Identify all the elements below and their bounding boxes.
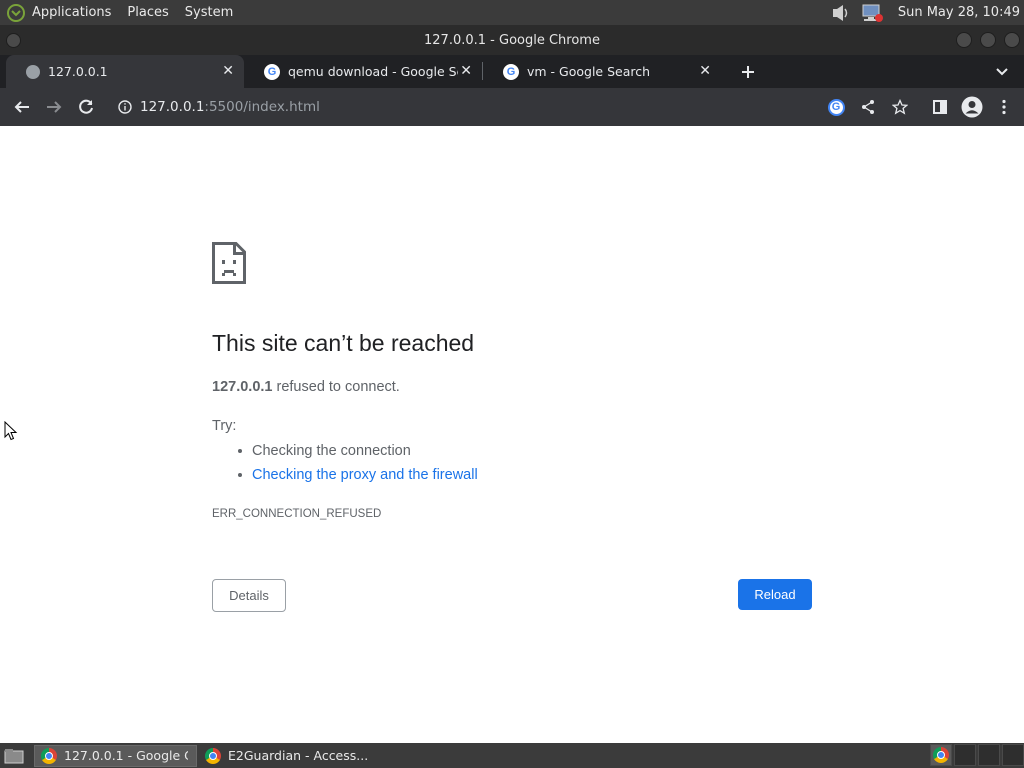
workspace-3[interactable]	[978, 744, 1000, 766]
tab-title: vm - Google Search	[527, 64, 651, 79]
forward-button[interactable]	[38, 91, 70, 123]
window-titlebar[interactable]: 127.0.0.1 - Google Chrome	[0, 25, 1024, 55]
tab-127-0-0-1[interactable]: 127.0.0.1 ✕	[6, 55, 244, 88]
suggestion-check-connection: Checking the connection	[252, 443, 411, 459]
taskbar-item-chrome[interactable]: 127.0.0.1 - Google C...	[34, 744, 197, 767]
new-tab-button[interactable]	[733, 55, 763, 88]
bottom-taskbar: 127.0.0.1 - Google C... E2Guardian - Acc…	[0, 743, 1024, 768]
share-icon	[862, 100, 874, 114]
system-tray: Sun May 28, 10:49	[830, 0, 1020, 25]
chrome-icon	[933, 747, 949, 763]
window-menu-button[interactable]	[6, 33, 21, 48]
tab-search-button[interactable]	[994, 63, 1010, 83]
error-title: This site can’t be reached	[212, 330, 475, 356]
task-label: 127.0.0.1 - Google C...	[64, 748, 188, 763]
list-item: Checking the proxy and the firewall	[238, 466, 478, 490]
profile-button[interactable]	[956, 91, 988, 123]
minimize-button[interactable]	[956, 32, 972, 48]
list-item: Checking the connection	[238, 442, 478, 466]
menu-logo-icon[interactable]	[6, 3, 26, 23]
places-menu[interactable]: Places	[127, 5, 168, 20]
url-host: 127.0.0.1	[140, 99, 205, 115]
suggestion-proxy-firewall-link[interactable]: Checking the proxy and the firewall	[252, 467, 478, 483]
reload-toolbar-button[interactable]	[70, 91, 102, 123]
url-path: :5500/index.html	[204, 99, 320, 115]
reload-button[interactable]: Reload	[738, 579, 812, 610]
side-panel-icon	[933, 100, 947, 114]
google-icon: G	[503, 63, 519, 80]
back-arrow-icon	[14, 101, 29, 113]
desktop-icon	[4, 748, 24, 763]
details-button[interactable]: Details	[212, 579, 286, 612]
show-desktop-button[interactable]	[2, 746, 26, 766]
taskbar-item-e2guardian[interactable]: E2Guardian - Access...	[199, 745, 376, 767]
tab-title: 127.0.0.1	[48, 64, 108, 79]
mouse-cursor-icon	[4, 421, 18, 441]
google-lens-button[interactable]: G	[820, 91, 852, 123]
globe-icon	[26, 64, 40, 79]
top-panel: Applications Places System Sun May 28, 1…	[0, 0, 1024, 25]
tab-strip: 127.0.0.1 ✕ G qemu download - Google Sea…	[0, 55, 1024, 88]
browser-toolbar: 127.0.0.1:5500/index.html G	[0, 88, 1024, 126]
applications-menu[interactable]: Applications	[32, 5, 111, 20]
network-icon[interactable]	[860, 3, 884, 23]
workspace-1[interactable]	[930, 744, 952, 766]
task-label: E2Guardian - Access...	[228, 748, 369, 763]
chevron-down-icon	[996, 68, 1008, 76]
workspace-2[interactable]	[954, 744, 976, 766]
error-message-text: refused to connect.	[272, 379, 400, 395]
tab-title: qemu download - Google Sear	[288, 64, 458, 79]
volume-icon[interactable]	[830, 3, 852, 23]
address-bar[interactable]: 127.0.0.1:5500/index.html	[106, 92, 858, 122]
error-message: 127.0.0.1 refused to connect.	[212, 379, 400, 395]
maximize-button[interactable]	[980, 32, 996, 48]
window-title: 127.0.0.1 - Google Chrome	[424, 32, 600, 48]
info-icon[interactable]	[118, 100, 132, 114]
bookmark-button[interactable]	[884, 91, 916, 123]
forward-arrow-icon	[47, 101, 62, 113]
google-icon: G	[827, 98, 845, 116]
back-button[interactable]	[6, 91, 38, 123]
try-label: Try:	[212, 418, 237, 434]
reload-icon	[79, 99, 93, 114]
close-icon[interactable]: ✕	[222, 63, 234, 79]
close-icon[interactable]: ✕	[699, 63, 711, 79]
workspace-4[interactable]	[1002, 744, 1024, 766]
more-vert-icon	[1002, 99, 1006, 115]
chrome-icon	[205, 747, 221, 764]
workspace-switcher[interactable]	[930, 744, 1024, 766]
page-content: This site can’t be reached 127.0.0.1 ref…	[0, 126, 1024, 743]
close-icon[interactable]: ✕	[460, 63, 472, 79]
error-host: 127.0.0.1	[212, 379, 273, 395]
share-button[interactable]	[852, 91, 884, 123]
star-icon	[892, 99, 908, 115]
close-window-button[interactable]	[1004, 32, 1020, 48]
tab-qemu-download[interactable]: G qemu download - Google Sear ✕	[244, 55, 482, 88]
chrome-icon	[41, 747, 57, 764]
tab-vm-search[interactable]: G vm - Google Search ✕	[483, 55, 721, 88]
avatar-icon	[961, 96, 983, 118]
google-icon: G	[264, 63, 280, 80]
plus-icon	[742, 65, 754, 78]
system-menu[interactable]: System	[185, 5, 233, 20]
menu-button[interactable]	[988, 91, 1020, 123]
error-code: ERR_CONNECTION_REFUSED	[212, 508, 382, 520]
clock[interactable]: Sun May 28, 10:49	[898, 5, 1020, 20]
suggestion-list: Checking the connection Checking the pro…	[238, 442, 478, 490]
sad-document-icon	[212, 242, 246, 284]
side-panel-button[interactable]	[924, 91, 956, 123]
